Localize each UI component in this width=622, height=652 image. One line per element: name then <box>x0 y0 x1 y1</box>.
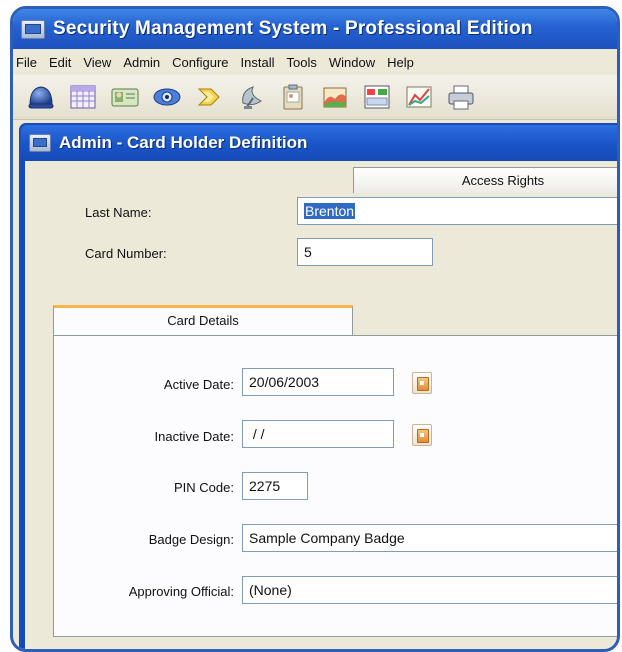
badge-design-select[interactable]: Sample Company Badge <box>242 524 617 552</box>
menu-tools[interactable]: Tools <box>281 55 323 70</box>
app-icon <box>21 19 45 39</box>
inactive-date-label: Inactive Date: <box>154 429 235 444</box>
menu-admin[interactable]: Admin <box>117 55 166 70</box>
lightning-icon[interactable] <box>193 81 225 113</box>
menu-help[interactable]: Help <box>381 55 420 70</box>
calendar-icon[interactable] <box>412 372 432 394</box>
eye-icon[interactable] <box>151 81 183 113</box>
card-details-panel: Active Date: 20/06/2003 Inactive Date: /… <box>53 335 617 637</box>
helmet-icon[interactable] <box>25 81 57 113</box>
tab-access-rights[interactable]: Access Rights <box>353 167 617 193</box>
book-icon[interactable] <box>319 81 351 113</box>
pin-code-field[interactable]: 2275 <box>242 472 308 500</box>
last-name-label: Last Name: <box>85 205 152 220</box>
layout-icon[interactable] <box>361 81 393 113</box>
menu-bar: File Edit View Admin Configure Install T… <box>13 49 617 75</box>
child-window-icon <box>29 134 51 152</box>
last-name-value: Brenton <box>304 203 356 219</box>
title-bar[interactable]: Security Management System - Professiona… <box>13 9 617 49</box>
approving-official-label: Approving Official: <box>128 584 234 599</box>
printer-icon[interactable] <box>445 81 477 113</box>
satellite-icon[interactable] <box>235 81 267 113</box>
approving-official-select[interactable]: (None) <box>242 576 617 604</box>
calendar-icon[interactable] <box>412 424 432 446</box>
form-area: Last Name: Brenton Card Number: 5 Card D… <box>25 161 617 649</box>
child-title-bar[interactable]: Admin - Card Holder Definition <box>21 125 617 161</box>
menu-configure[interactable]: Configure <box>166 55 234 70</box>
menu-window[interactable]: Window <box>323 55 381 70</box>
active-date-label: Active Date: <box>163 377 234 392</box>
clipboard-icon[interactable] <box>277 81 309 113</box>
active-date-field[interactable]: 20/06/2003 <box>242 368 394 396</box>
app-window: Security Management System - Professiona… <box>10 6 620 652</box>
grid-icon[interactable] <box>67 81 99 113</box>
pin-code-label: PIN Code: <box>174 480 234 495</box>
menu-view[interactable]: View <box>77 55 117 70</box>
tab-card-details[interactable]: Card Details <box>53 305 353 335</box>
badge-design-label: Badge Design: <box>148 532 234 547</box>
chart-icon[interactable] <box>403 81 435 113</box>
card-icon[interactable] <box>109 81 141 113</box>
card-holder-window: Admin - Card Holder Definition Last Name… <box>19 123 617 649</box>
toolbar <box>13 75 617 120</box>
menu-file[interactable]: File <box>13 55 43 70</box>
child-window-title: Admin - Card Holder Definition <box>59 133 308 152</box>
last-name-field[interactable]: Brenton <box>297 197 617 225</box>
card-number-label: Card Number: <box>85 246 167 261</box>
card-number-field[interactable]: 5 <box>297 238 433 266</box>
inactive-date-field[interactable]: / / <box>242 420 394 448</box>
menu-edit[interactable]: Edit <box>43 55 77 70</box>
window-title: Security Management System - Professiona… <box>53 18 533 39</box>
menu-install[interactable]: Install <box>235 55 281 70</box>
